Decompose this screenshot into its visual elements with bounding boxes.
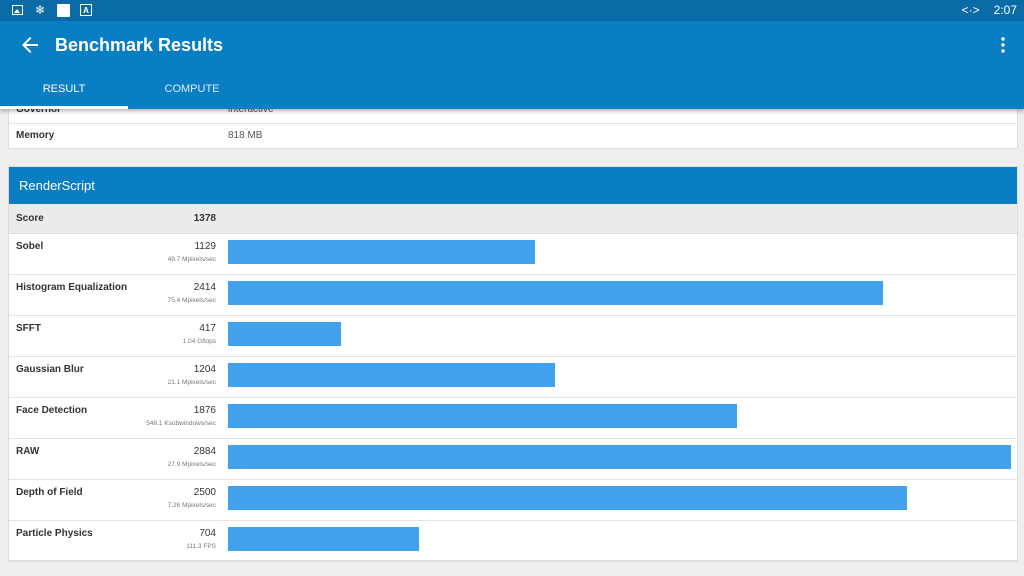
score-bar: [228, 527, 419, 551]
benchmark-name: SFFT: [16, 323, 41, 334]
bar-track: [228, 486, 1011, 510]
score-bar: [228, 445, 1011, 469]
tab-compute[interactable]: COMPUTE: [128, 83, 256, 95]
benchmark-name: Face Detection: [16, 405, 88, 416]
benchmark-rate: 548.1 Ksubwindows/sec: [146, 420, 216, 427]
status-bar: ❄ A <·> 2:07: [0, 0, 1024, 21]
benchmark-rate: 75.4 Mpixels/sec: [167, 297, 216, 304]
score-bar: [228, 281, 883, 305]
bar-track: [228, 363, 1011, 387]
snowflake-icon: ❄: [34, 3, 46, 17]
score-bar: [228, 404, 737, 428]
benchmark-rate: 49.7 Mpixels/sec: [167, 256, 216, 263]
benchmark-row: Depth of Field 2500 7.26 Mpixels/sec: [9, 480, 1017, 521]
app-bar: Benchmark Results RESULT COMPUTE: [0, 21, 1024, 109]
benchmark-score: 2414: [193, 282, 216, 293]
benchmark-name: Gaussian Blur: [16, 364, 84, 375]
benchmark-row: SFFT 417 1.04 Gflops: [9, 316, 1017, 357]
image-icon: [10, 3, 24, 17]
info-key: Memory: [16, 130, 55, 141]
benchmark-row: Histogram Equalization 2414 75.4 Mpixels/s…: [9, 275, 1017, 316]
renderscript-card: RenderScript Score 1378 Sobel 1129 49.7 Mp…: [8, 166, 1018, 562]
divider: [9, 123, 1017, 124]
bar-track: [228, 281, 1011, 305]
section-header: RenderScript: [9, 167, 1017, 204]
score-bar: [228, 486, 907, 510]
score-label: Score: [16, 213, 44, 224]
score-row: Score 1378: [9, 204, 1017, 234]
benchmark-score: 2500: [193, 487, 216, 498]
score-bar: [228, 322, 341, 346]
benchmark-score: 1204: [193, 364, 216, 375]
benchmark-rate: 21.1 Mpixels/sec: [167, 379, 216, 386]
benchmark-row: Gaussian Blur 1204 21.1 Mpixels/sec: [9, 357, 1017, 398]
back-arrow-icon[interactable]: [18, 33, 42, 57]
white-square-icon: [56, 3, 70, 17]
benchmark-rate: 111.3 FPS: [186, 543, 216, 550]
a-box-icon: A: [79, 3, 93, 17]
benchmark-row: RAW 2884 27.9 Mpixels/sec: [9, 439, 1017, 480]
tab-result[interactable]: RESULT: [0, 83, 128, 95]
bar-track: [228, 322, 1011, 346]
info-value: 818 MB: [228, 130, 263, 141]
benchmark-rate: 7.26 Mpixels/sec: [167, 502, 216, 509]
benchmark-score: 2884: [193, 446, 216, 457]
benchmark-name: Histogram Equalization: [16, 282, 128, 293]
tab-indicator: [0, 106, 128, 109]
benchmark-score: 704: [199, 528, 216, 539]
benchmark-rate: 1.04 Gflops: [182, 338, 216, 345]
benchmark-row: Particle Physics 704 111.3 FPS: [9, 521, 1017, 562]
benchmark-rate: 27.9 Mpixels/sec: [167, 461, 216, 468]
overflow-menu-icon[interactable]: [1000, 35, 1006, 55]
bar-track: [228, 404, 1011, 428]
benchmark-score: 417: [199, 323, 216, 334]
benchmark-name: Depth of Field: [16, 487, 83, 498]
benchmark-score: 1129: [194, 241, 216, 252]
benchmark-row: Face Detection 1876 548.1 Ksubwindows/sec: [9, 398, 1017, 439]
bar-track: [228, 527, 1011, 551]
benchmark-score: 1876: [193, 405, 216, 416]
page-title: Benchmark Results: [55, 35, 224, 55]
benchmark-name: Sobel: [16, 241, 44, 252]
bar-track: [228, 445, 1011, 469]
score-value: 1378: [193, 213, 216, 224]
benchmark-name: RAW: [16, 446, 40, 457]
benchmark-row: Sobel 1129 49.7 Mpixels/sec: [9, 234, 1017, 275]
bar-track: [228, 240, 1011, 264]
score-bar: [228, 240, 535, 264]
code-icon: <·>: [961, 3, 980, 17]
score-bar: [228, 363, 555, 387]
status-time: 2:07: [993, 3, 1017, 17]
benchmark-name: Particle Physics: [16, 528, 93, 539]
